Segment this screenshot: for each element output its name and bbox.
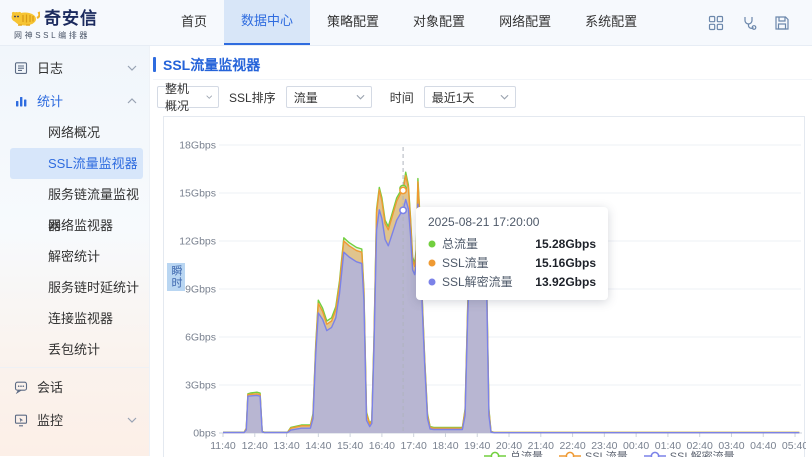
sidebar-item-label: 会话	[37, 380, 64, 395]
sidebar-item-label: 监控	[37, 413, 64, 428]
sidebar-item-network-monitor[interactable]: 网络监视器	[10, 210, 143, 241]
app-window: 奇安信 网神SSL编排器 首页 数据中心 策略配置 对象配置 网络配置 系统配置	[0, 0, 812, 457]
sidebar-item-sessions[interactable]: 会话	[0, 370, 149, 403]
sidebar: 日志 统计 网络概况 SSL流量监视器 服务链流量监视器 网络监视器 解密统计 …	[0, 46, 150, 456]
title-accent-bar	[153, 57, 156, 72]
chevron-down-icon	[127, 417, 137, 423]
nav-item-home[interactable]: 首页	[164, 0, 224, 45]
legend-marker-icon	[643, 451, 666, 457]
sidebar-item-statistics[interactable]: 统计	[0, 84, 149, 117]
y-tick-label: 18Gbps	[179, 140, 216, 152]
y-tick-label: 0bps	[193, 428, 216, 440]
page-header: SSL流量监视器	[153, 46, 812, 80]
y-tick-label: 15Gbps	[179, 188, 216, 200]
scope-select[interactable]: 整机概况	[157, 82, 219, 113]
x-tick-label: 13:40	[273, 440, 299, 452]
y-tick-label: 9Gbps	[185, 284, 216, 296]
chevron-down-icon	[500, 94, 509, 100]
series-dot-icon	[428, 240, 436, 247]
save-icon[interactable]	[774, 15, 790, 31]
navbar-actions	[708, 0, 812, 45]
time-select-value: 最近1天	[431, 90, 475, 105]
nav-item-policy-config[interactable]: 策略配置	[310, 0, 396, 45]
time-label: 时间	[389, 90, 414, 105]
sidebar-item-service-chain-latency[interactable]: 服务链时延统计	[10, 272, 143, 303]
brand-logo[interactable]: 奇安信 网神SSL编排器	[0, 0, 152, 45]
chart-tooltip: 2025-08-21 17:20:00 总流量 15.28Gbps SSL流量 …	[416, 207, 608, 300]
monitor-icon	[14, 414, 28, 426]
sidebar-item-monitoring[interactable]: 监控	[0, 403, 149, 436]
chevron-up-icon	[127, 97, 137, 103]
time-select[interactable]: 最近1天	[423, 86, 516, 108]
legend-marker-icon	[484, 451, 506, 457]
session-icon	[14, 381, 28, 394]
brand-subtitle: 网神SSL编排器	[14, 31, 90, 40]
tooltip-row: SSL流量 15.16Gbps	[428, 253, 596, 272]
x-tick-label: 14:40	[305, 440, 331, 452]
nav-item-data-center[interactable]: 数据中心	[224, 0, 311, 45]
tooltip-timestamp: 2025-08-21 17:20:00	[428, 215, 540, 229]
x-tick-label: 15:40	[337, 440, 363, 452]
y-tick-label: 12Gbps	[179, 236, 216, 248]
page-title: SSL流量监视器	[163, 56, 261, 73]
legend-item-total-traffic[interactable]: 总流量	[484, 448, 543, 457]
x-tick-label: 16:40	[369, 440, 395, 452]
chart-legend: 总流量 SSL流量 SSL解密流量	[484, 448, 735, 457]
main-content: SSL流量监视器 整机概况 SSL排序 流量 时间 最近1天 瞬时 0bps 3…	[150, 46, 812, 457]
log-icon	[14, 61, 28, 74]
tiger-logo-icon	[11, 10, 40, 26]
top-navbar: 奇安信 网神SSL编排器 首页 数据中心 策略配置 对象配置 网络配置 系统配置	[0, 0, 812, 46]
chevron-down-icon	[205, 95, 212, 99]
statistics-submenu: 网络概况 SSL流量监视器 服务链流量监视器 网络监视器 解密统计 服务链时延统…	[0, 117, 149, 368]
nav-item-network-config[interactable]: 网络配置	[482, 0, 568, 45]
hover-marker	[399, 186, 408, 195]
nav-item-object-config[interactable]: 对象配置	[396, 0, 482, 45]
chevron-down-icon	[356, 94, 365, 100]
filter-bar: 整机概况 SSL排序 流量 时间 最近1天	[157, 82, 812, 113]
legend-item-ssl-decrypted-traffic[interactable]: SSL解密流量	[643, 448, 735, 457]
x-tick-label: 18:40	[432, 440, 458, 452]
sidebar-item-service-chain-traffic-monitor[interactable]: 服务链流量监视器	[10, 179, 143, 233]
sort-select[interactable]: 流量	[285, 86, 372, 108]
x-tick-label: 12:40	[242, 440, 268, 452]
x-tick-label: 04:40	[750, 440, 776, 452]
sidebar-item-logs[interactable]: 日志	[0, 51, 149, 84]
nav-item-system-config[interactable]: 系统配置	[568, 0, 654, 45]
sidebar-item-network-overview[interactable]: 网络概况	[10, 117, 143, 148]
chevron-down-icon	[127, 65, 137, 71]
sidebar-item-ssl-traffic-monitor[interactable]: SSL流量监视器	[10, 148, 143, 179]
scope-select-value: 整机概况	[165, 82, 190, 113]
legend-item-ssl-traffic[interactable]: SSL流量	[559, 448, 628, 457]
sidebar-item-decrypt-stats[interactable]: 解密统计	[10, 241, 143, 272]
x-tick-label: 05:40	[782, 440, 806, 452]
chart-panel: 瞬时 0bps 3Gbps 6Gbps 9Gbps 12Gbps 15Gbps 18Gbps…	[163, 116, 806, 457]
sidebar-item-label: 统计	[37, 94, 64, 109]
sidebar-item-label: 日志	[37, 61, 64, 76]
legend-marker-icon	[559, 451, 581, 457]
x-tick-label: 17:40	[401, 440, 427, 452]
sidebar-item-connection-monitor[interactable]: 连接监视器	[10, 303, 143, 334]
brand-name: 奇安信	[44, 9, 98, 28]
hover-marker	[399, 206, 408, 215]
stats-icon	[16, 96, 27, 106]
sort-select-value: 流量	[293, 90, 318, 105]
main-nav: 首页 数据中心 策略配置 对象配置 网络配置 系统配置	[164, 0, 654, 45]
apps-icon[interactable]	[708, 15, 724, 31]
sidebar-item-packet-loss-stats[interactable]: 丢包统计	[10, 334, 143, 365]
tooltip-row: SSL解密流量 13.92Gbps	[428, 272, 596, 291]
tooltip-row: 总流量 15.28Gbps	[428, 234, 596, 253]
series-dot-icon	[428, 259, 436, 266]
series-dot-icon	[428, 278, 436, 285]
y-tick-label: 3Gbps	[185, 380, 216, 392]
diagnose-icon[interactable]	[741, 15, 757, 31]
x-tick-label: 11:40	[210, 440, 236, 452]
ssl-sort-label: SSL排序	[229, 90, 276, 105]
y-tick-label: 6Gbps	[185, 332, 216, 344]
